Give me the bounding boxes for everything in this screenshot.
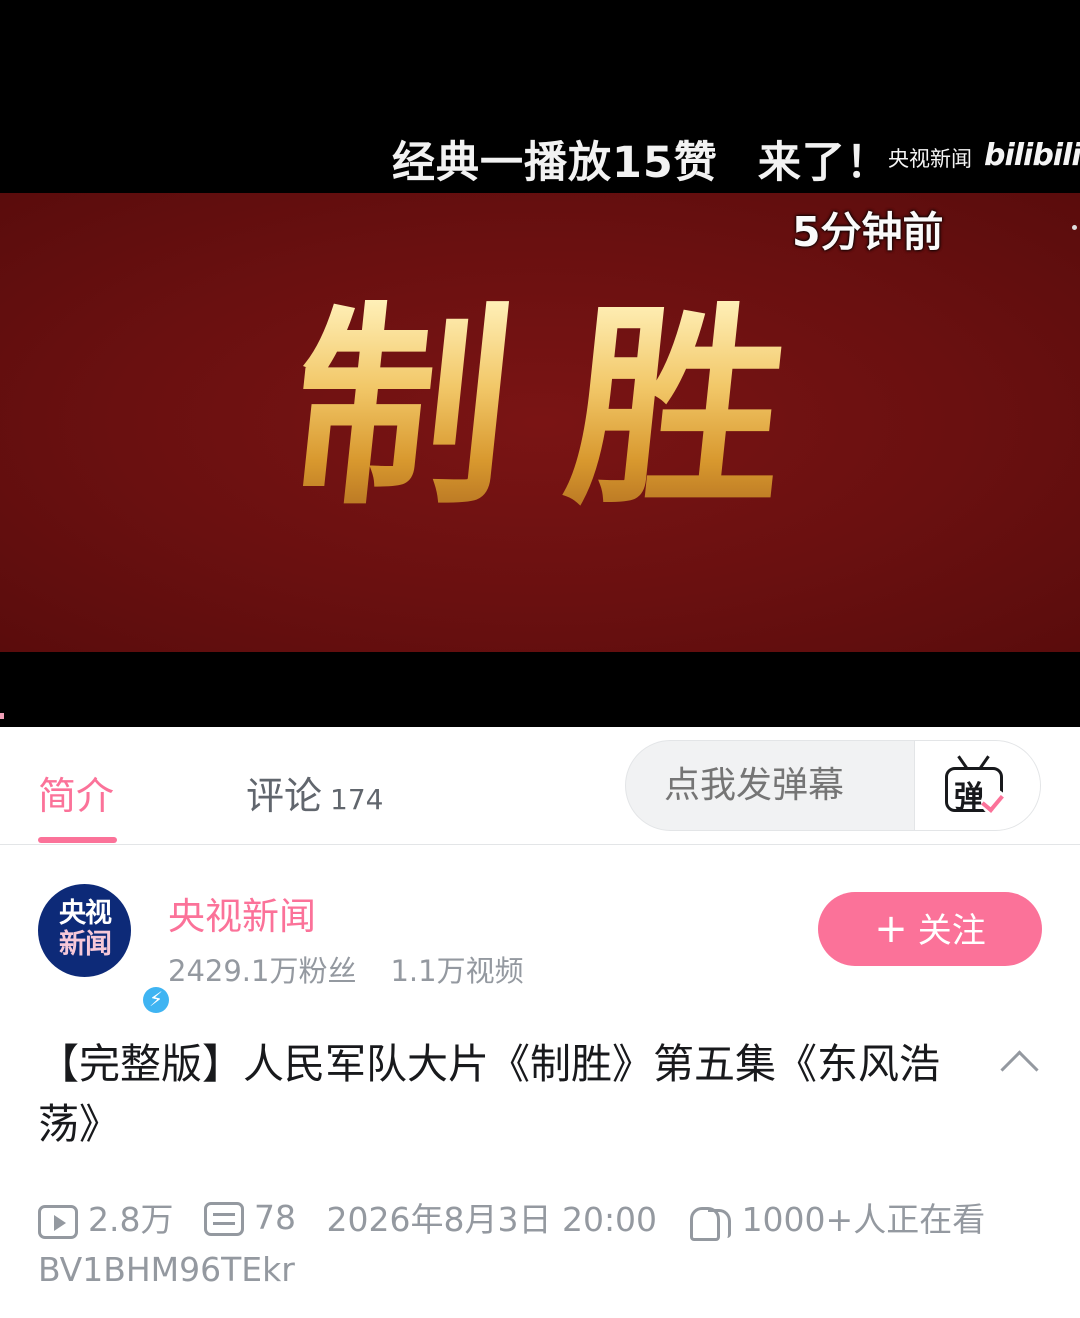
video-meta: 2.8万 78 2026年8月3日 20:00 1000+人正在看 (38, 1193, 1005, 1241)
uploader-section: 央视 新闻 ⚡ 央视新闻 2429.1万粉丝 1.1万视频 + 关注 (0, 846, 1080, 1016)
danmaku-count: 78 (253, 1197, 296, 1237)
avatar-line-2: 新闻 (59, 929, 112, 960)
check-icon (981, 789, 1007, 815)
video-title-art: 制胜 (0, 281, 1080, 534)
danmaku-icon-char: 弹 (954, 780, 984, 815)
play-count-icon (38, 1204, 78, 1239)
people-icon (688, 1205, 732, 1241)
watching-item: 1000+人正在看 (688, 1193, 986, 1241)
tab-intro[interactable]: 简介 (38, 765, 114, 820)
uploader-videos: 1.1万视频 (390, 954, 524, 988)
active-tab-underline (38, 837, 117, 843)
danmaku-send-box: 弹 (625, 740, 1041, 831)
follow-button[interactable]: + 关注 (818, 892, 1042, 966)
edge-indicator (1072, 225, 1077, 230)
danmaku-toggle-button[interactable]: 弹 (914, 741, 1040, 830)
comments-count: 174 (330, 783, 384, 816)
video-bvid[interactable]: BV1BHM96TEkr (38, 1250, 295, 1289)
view-count-item: 2.8万 (38, 1193, 173, 1241)
tab-comments-label: 评论 (246, 774, 323, 818)
avatar-line-1: 央视 (59, 898, 112, 929)
danmaku-comment-time: 5分钟前 (792, 208, 944, 256)
uploader-avatar[interactable]: 央视 新闻 ⚡ (38, 884, 172, 1016)
publish-date: 2026年8月3日 20:00 (326, 1200, 658, 1239)
danmaku-text-2: 来了！ (757, 138, 890, 188)
avatar-logo: 央视 新闻 (52, 898, 118, 960)
channel-watermark: 央视新闻 (888, 147, 972, 171)
watching-count: 1000+人正在看 (741, 1200, 986, 1239)
uploader-fans: 2429.1万粉丝 (168, 954, 357, 988)
follow-label: 关注 (917, 911, 986, 951)
view-count: 2.8万 (88, 1200, 174, 1239)
danmaku-count-item: 78 (203, 1197, 296, 1237)
video-title: 【完整版】人民军队大片《制胜》第五集《东风浩荡》 (38, 1040, 940, 1148)
tab-intro-label: 简介 (38, 774, 115, 818)
uploader-name[interactable]: 央视新闻 (168, 886, 316, 940)
bilibili-logo: bilibili (984, 138, 1080, 173)
tab-comments[interactable]: 评论 174 (246, 765, 383, 820)
tab-bar: 简介 评论174 弹 (0, 727, 1080, 845)
video-player[interactable]: 制胜 经典一播放15赞 来了！ 央视新闻 bilibili 5分钟前 (0, 0, 1080, 727)
danmaku-input[interactable] (664, 765, 914, 806)
collapse-chevron-up-icon[interactable] (998, 1048, 1038, 1078)
danmaku-text-1: 经典一播放15赞 (392, 138, 718, 188)
progress-indicator (0, 713, 4, 719)
danmaku-count-icon (203, 1202, 244, 1236)
danmaku-comment: 经典一播放15赞 来了！ (392, 128, 890, 190)
plus-icon: + (874, 906, 908, 952)
uploader-stats: 2429.1万粉丝 1.1万视频 (168, 948, 524, 990)
